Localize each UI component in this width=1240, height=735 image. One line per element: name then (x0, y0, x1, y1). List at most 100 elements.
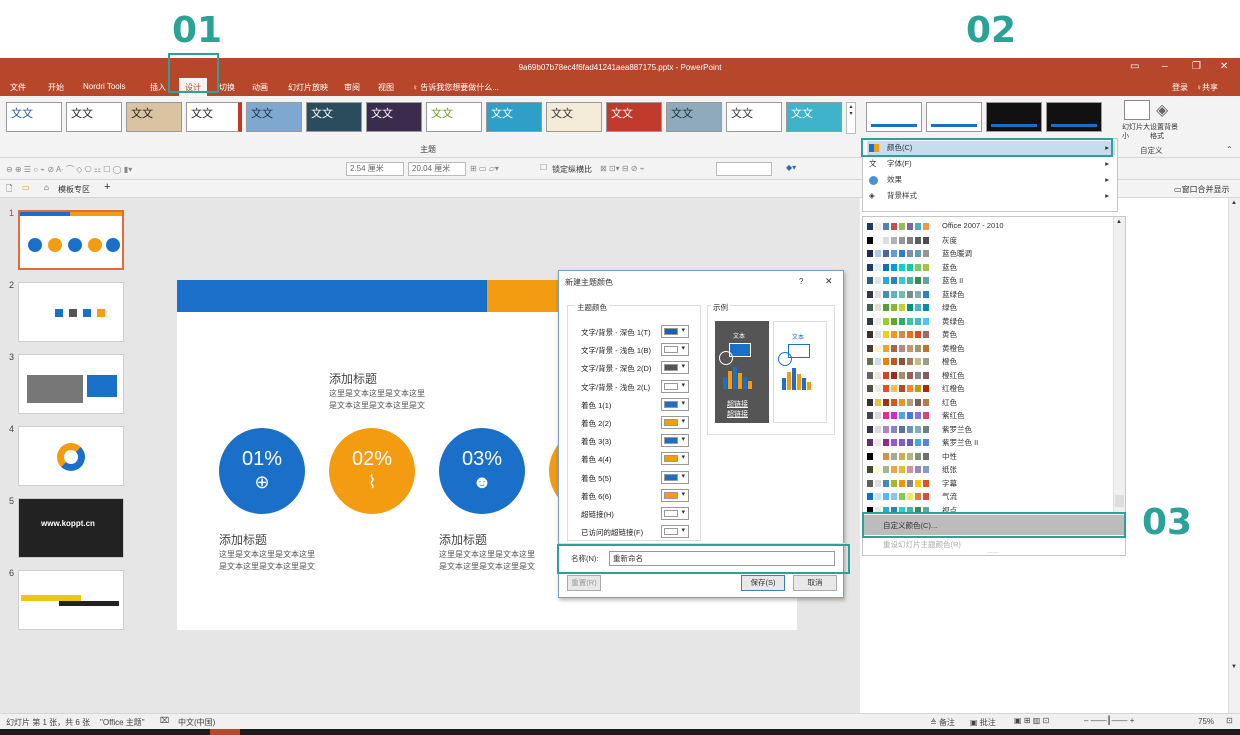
restore-icon[interactable]: ❐ (1192, 61, 1201, 72)
theme-thumb-11[interactable]: 文文 (606, 102, 662, 132)
font-size-box[interactable] (716, 162, 772, 176)
variant-thumb-4[interactable] (1046, 102, 1102, 132)
color-scheme-item[interactable]: 紫红色 (867, 410, 1107, 422)
menu-slideshow[interactable]: 幻灯片放映 (288, 82, 328, 93)
login-link[interactable]: 登录 (1172, 82, 1188, 93)
color-scheme-item[interactable]: 黄色 (867, 329, 1107, 341)
merge-display-label[interactable]: ▭窗口合并显示 (1174, 184, 1230, 195)
menu-item-fonts[interactable]: 文 字体(F) ▸ (867, 157, 1115, 171)
ribbon-display-icon[interactable]: ▭ (1130, 61, 1139, 72)
add-tab-icon[interactable]: + (104, 181, 110, 193)
height-input[interactable]: 20.04 厘米 (408, 162, 466, 176)
theme-thumb-4[interactable]: 文文 (186, 102, 242, 132)
comments-button[interactable]: ▣ 批注 (970, 717, 996, 728)
color-picker-button[interactable]: ▾ (661, 416, 689, 429)
format-background-icon[interactable]: ◈ (1156, 100, 1176, 120)
menu-transitions[interactable]: 切换 (219, 82, 235, 93)
color-scheme-item[interactable]: 黄橙色 (867, 343, 1107, 355)
scroll-thumb[interactable] (1115, 495, 1124, 507)
color-picker-button[interactable]: ▾ (661, 507, 689, 520)
toolbar-icons-left[interactable]: ⊖ ⊕ ☰ ○ ⌁ ⊘ A· ⌒ ◇ ⎔ ⚏ ☐ ◯ ▮▾ (6, 164, 132, 175)
share-button[interactable]: ♀共享 (1196, 82, 1218, 93)
color-picker-button[interactable]: ▾ (661, 525, 689, 539)
variant-thumb-3[interactable] (986, 102, 1042, 132)
color-scheme-item[interactable]: 橙色 (867, 356, 1107, 368)
color-picker-button[interactable]: ▾ (661, 470, 689, 484)
tell-me-box[interactable]: ♀ 告诉我您想要做什么... (412, 82, 499, 93)
close-icon[interactable]: ✕ (1220, 61, 1228, 72)
slide-thumb-6[interactable] (18, 570, 124, 630)
color-scheme-item[interactable]: 气流 (867, 491, 1107, 503)
notes-button[interactable]: ≜ 备注 (930, 717, 955, 728)
fit-slide-icon[interactable]: ⊡ (1226, 716, 1233, 725)
theme-thumb-8[interactable]: 文文 (426, 102, 482, 132)
color-scheme-item[interactable]: 紫罗兰色 (867, 424, 1107, 436)
slide-thumb-2[interactable] (18, 282, 124, 342)
width-input[interactable]: 2.54 厘米 (346, 162, 404, 176)
theme-thumb-12[interactable]: 文文 (666, 102, 722, 132)
color-picker-button[interactable]: ▾ (661, 361, 689, 375)
cancel-button[interactable]: 取消 (793, 575, 837, 591)
color-picker-button[interactable]: ▾ (661, 343, 689, 357)
reset-slide-colors-item[interactable]: 重设幻灯片主题颜色(R) (883, 539, 961, 550)
resize-grip[interactable]: …… (987, 549, 999, 555)
template-tab[interactable]: 模板专区 (58, 184, 90, 195)
slide-thumb-4[interactable] (18, 426, 124, 486)
zoom-level[interactable]: 75% (1198, 717, 1214, 726)
home-icon[interactable]: ⌂ (44, 183, 49, 192)
color-list-scrollbar[interactable]: ▲ (1113, 217, 1125, 513)
color-scheme-item[interactable]: 红色 (867, 397, 1107, 409)
menu-item-bg-styles[interactable]: ◈ 背景样式 ▸ (867, 189, 1115, 203)
color-picker-button[interactable]: ▾ (661, 379, 689, 393)
color-picker-button[interactable]: ▾ (661, 488, 689, 502)
view-buttons[interactable]: ▣ ⊞ ▥ ⊡ (1014, 716, 1049, 725)
language[interactable]: 中文(中国) (178, 717, 215, 728)
color-scheme-item[interactable]: 灰度 (867, 235, 1107, 247)
color-picker-button[interactable]: ▾ (661, 452, 689, 466)
menu-file[interactable]: 文件 (10, 82, 26, 93)
menu-view[interactable]: 视图 (378, 82, 394, 93)
scroll-up-icon[interactable]: ▲ (1116, 219, 1122, 225)
theme-thumb-7[interactable]: 文文 (366, 102, 422, 132)
slide-thumb-1[interactable] (18, 210, 124, 270)
scroll-up-icon[interactable]: ▲ (1231, 200, 1237, 206)
color-picker-button[interactable]: ▾ (661, 397, 689, 411)
theme-thumb-3[interactable]: 文文 (126, 102, 182, 132)
color-scheme-item[interactable]: 紫罗兰色 II (867, 437, 1107, 449)
color-scheme-item[interactable]: 黄绿色 (867, 316, 1107, 328)
theme-thumb-1[interactable]: 文文 (6, 102, 62, 132)
dialog-close-button[interactable]: ✕ (825, 276, 833, 287)
variant-thumb-2[interactable] (926, 102, 982, 132)
color-scheme-item[interactable]: 蓝色暖调 (867, 248, 1107, 260)
menu-nordri-tools[interactable]: Nordri Tools (83, 82, 126, 91)
save-button[interactable]: 保存(S) (741, 575, 785, 591)
variant-thumb-1[interactable] (866, 102, 922, 132)
help-button[interactable]: ? (799, 277, 803, 286)
color-scheme-item[interactable]: 绿色 (867, 302, 1107, 314)
scroll-down-icon[interactable]: ▼ (1231, 664, 1237, 670)
color-scheme-item[interactable]: 纸张 (867, 464, 1107, 476)
theme-thumb-9[interactable]: 文文 (486, 102, 542, 132)
new-document-icon[interactable]: 🗋 (6, 183, 12, 197)
menu-item-effects[interactable]: 效果 ▸ (867, 173, 1115, 187)
slide-thumb-5[interactable]: www.koppt.cn (18, 498, 124, 558)
slide-size-icon[interactable] (1124, 100, 1150, 120)
zoom-slider[interactable]: – ——┃—— + (1084, 716, 1134, 725)
color-scheme-item[interactable]: 橙红色 (867, 370, 1107, 382)
theme-thumb-6[interactable]: 文文 (306, 102, 362, 132)
menu-animations[interactable]: 动画 (252, 82, 268, 93)
color-scheme-item[interactable]: Office 2007 - 2010 (867, 221, 1107, 233)
theme-thumb-10[interactable]: 文文 (546, 102, 602, 132)
folder-icon[interactable]: ▭ (22, 183, 30, 192)
taskbar-powerpoint-icon[interactable] (210, 729, 240, 735)
reset-button[interactable]: 重置(R) (567, 575, 601, 591)
menu-review[interactable]: 审阅 (344, 82, 360, 93)
slide-thumb-3[interactable] (18, 354, 124, 414)
theme-thumb-13[interactable]: 文文 (726, 102, 782, 132)
color-scheme-item[interactable]: 红橙色 (867, 383, 1107, 395)
theme-thumb-14[interactable]: 文文 (786, 102, 842, 132)
fill-color-icon[interactable]: ◆▾ (786, 163, 796, 172)
lock-ratio-checkbox[interactable]: ☐ (540, 163, 547, 172)
menu-home[interactable]: 开始 (48, 82, 64, 93)
toolbar-icons-right[interactable]: ⊠ ⊡▾ ⊟ ⊘ ⌁ (600, 164, 645, 173)
